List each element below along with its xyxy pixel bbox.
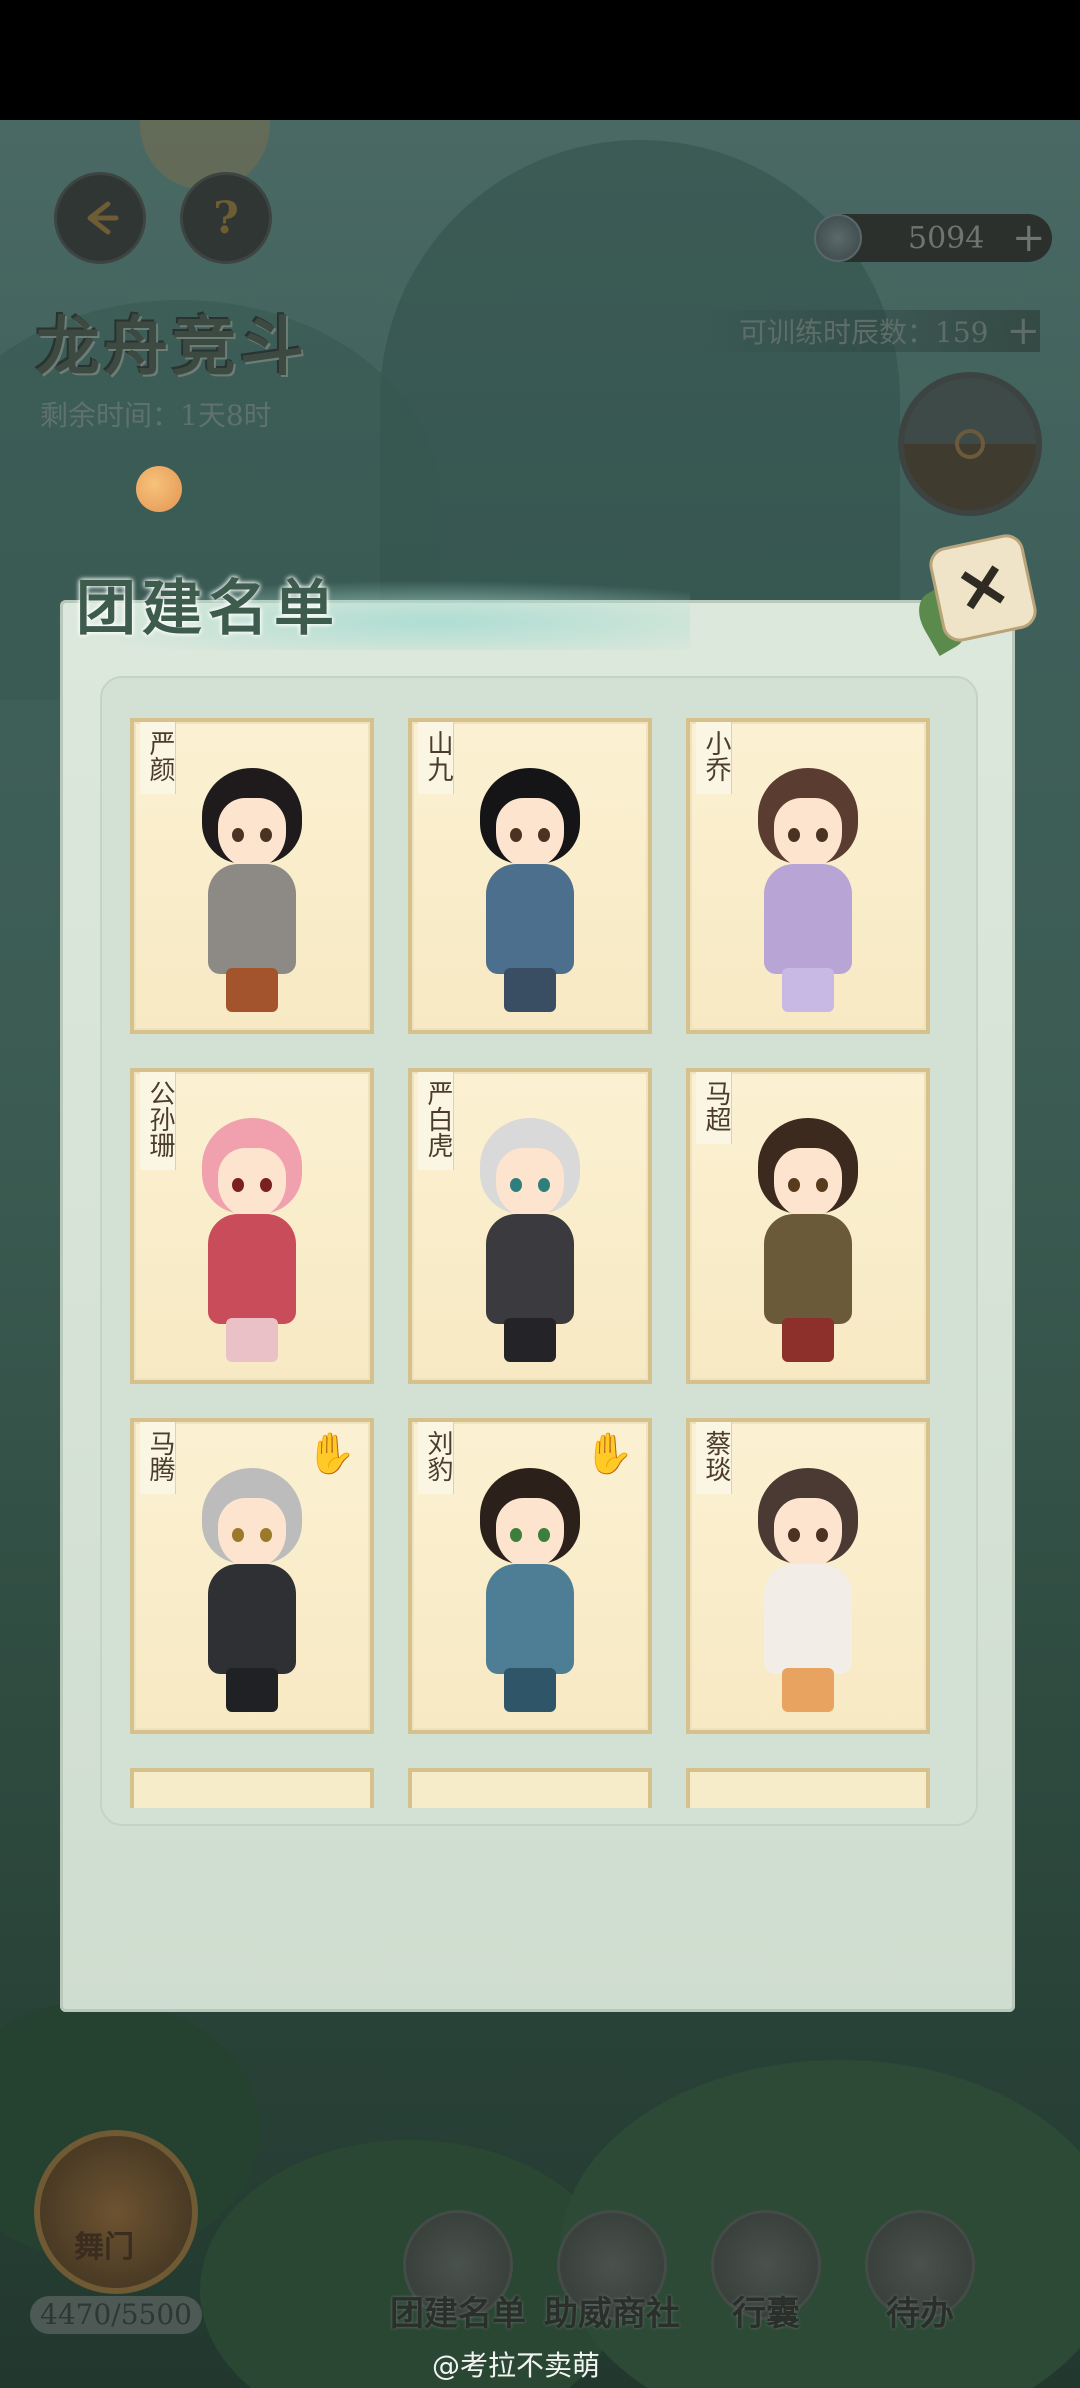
card-character-name: 小乔 [696,722,732,794]
card-character-name: 蔡琰 [696,1422,732,1494]
roster-card[interactable]: 马腾 ✋ [130,1418,374,1734]
sun-decoration [136,466,182,512]
card-character-name: 严白虎 [418,1072,454,1170]
roster-card[interactable]: 小乔 [686,718,930,1034]
dragon-button-label: 舞门 [74,2230,134,2265]
card-character-name: 马超 [696,1072,732,1144]
nav-label[interactable]: 行囊 [676,2286,856,2335]
help-button[interactable]: ? [180,172,272,264]
character-portrait [460,1468,600,1718]
roster-card[interactable]: 马超 [686,1068,930,1384]
roster-card[interactable]: 严白虎 [408,1068,652,1384]
close-icon: ✕ [949,546,1016,630]
stamina-counter: 4470/5500 [30,2296,202,2334]
training-hours-display: 可训练时辰数：159 + [700,310,1040,352]
roster-card[interactable]: 山九 [408,718,652,1034]
nav-label[interactable]: 助威商社 [522,2286,702,2335]
roster-card[interactable]: 严颜 [130,718,374,1034]
event-title: 龙舟竞斗 [36,310,308,385]
status-bar [0,0,1080,120]
add-currency-button[interactable]: + [1012,218,1046,258]
roster-card-partial[interactable] [130,1768,374,1808]
back-arrow-icon [87,201,119,235]
character-portrait [182,1468,322,1718]
close-button[interactable]: ✕ [926,531,1040,645]
nav-label[interactable]: 团建名单 [368,2286,548,2335]
roster-card[interactable]: 公孙珊 [130,1068,374,1384]
card-character-name: 严颜 [140,722,176,794]
character-portrait [738,768,878,1018]
add-training-hours-button[interactable]: + [1006,311,1040,351]
character-portrait [738,1118,878,1368]
watermark-text: @考拉不卖萌 [432,2349,601,2382]
nav-label[interactable]: 待办 [830,2286,1010,2335]
currency-display[interactable]: 5094 + [814,214,1052,262]
dragon-boat-button[interactable] [34,2130,198,2294]
back-button[interactable] [54,172,146,264]
roster-card[interactable]: 蔡琰 [686,1418,930,1734]
card-character-name: 刘豹 [418,1422,454,1494]
roster-grid: 严颜 山九 小乔公孙珊 严白虎 马超马腾 ✋ 刘豹 ✋ 蔡琰 [100,676,978,1826]
panel-title: 团建名单 [76,574,340,644]
character-portrait [738,1468,878,1718]
currency-value: 5094 [908,220,985,256]
compass-needle [955,429,985,459]
card-character-name: 山九 [418,722,454,794]
remaining-time: 剩余时间：1天8时 [40,399,272,432]
card-character-name: 公孙珊 [140,1072,176,1170]
character-portrait [460,1118,600,1368]
roster-card-partial[interactable] [686,1768,930,1808]
coin-icon [814,214,862,262]
training-hours-text: 可训练时辰数：159 [739,316,989,349]
card-character-name: 马腾 [140,1422,176,1494]
help-icon: ? [213,192,239,244]
roster-card[interactable]: 刘豹 ✋ [408,1418,652,1734]
character-portrait [182,768,322,1018]
compass-icon[interactable] [898,372,1042,516]
character-portrait [460,768,600,1018]
roster-card-partial[interactable] [408,1768,652,1808]
character-portrait [182,1118,322,1368]
